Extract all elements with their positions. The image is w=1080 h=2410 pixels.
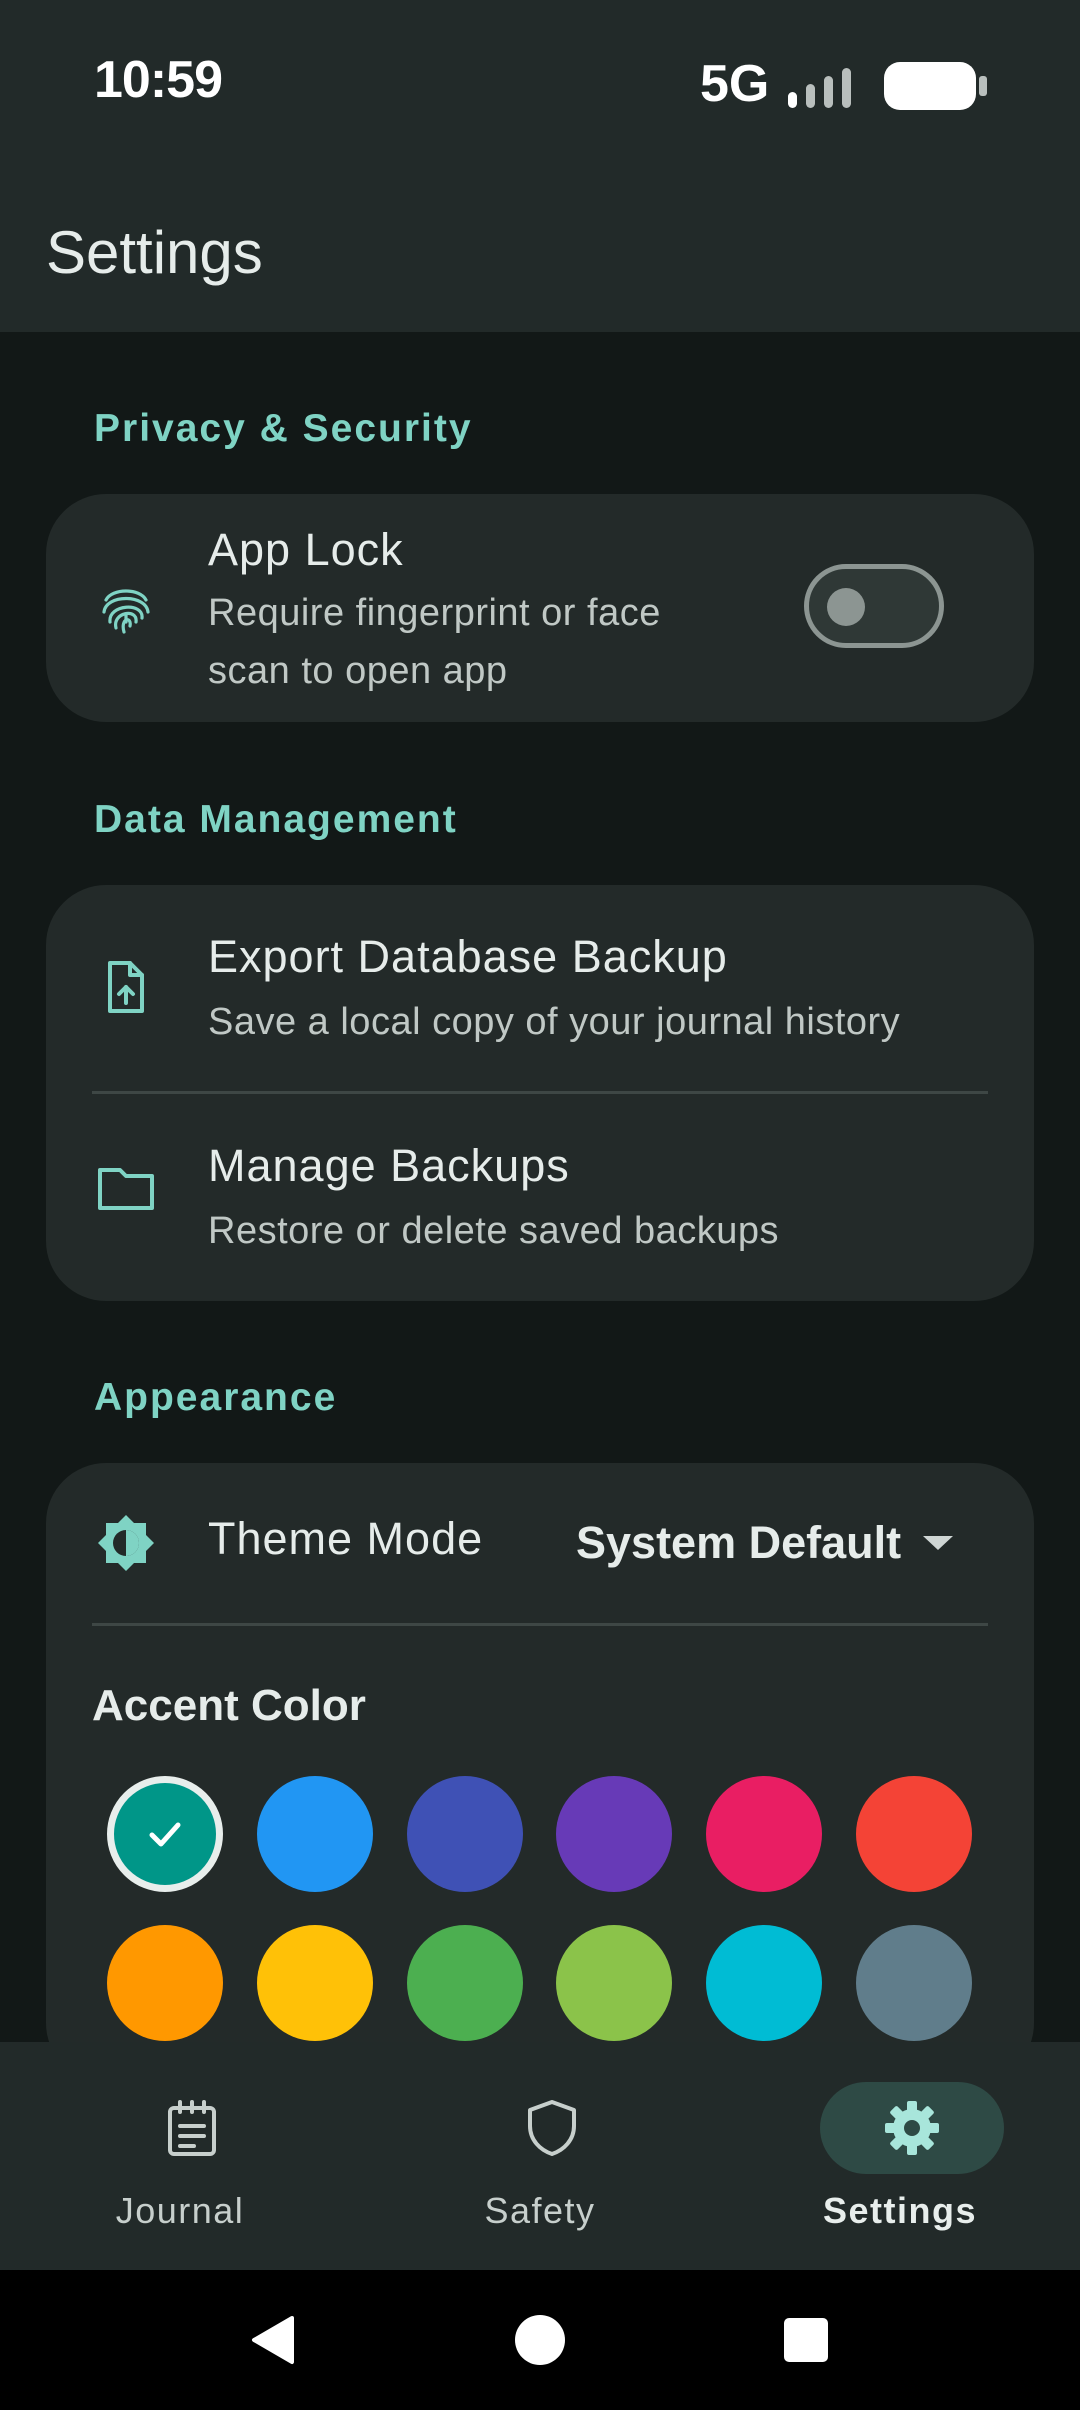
app-lock-title: App Lock bbox=[208, 524, 404, 575]
color-swatch-teal[interactable] bbox=[107, 1776, 223, 1892]
nav-item-journal[interactable]: Journal bbox=[0, 2042, 360, 2270]
section-title-data: Data Management bbox=[94, 798, 458, 841]
manage-backups-row[interactable]: Manage Backups Restore or delete saved b… bbox=[46, 1094, 1034, 1301]
color-swatch-blue[interactable] bbox=[257, 1776, 373, 1892]
app-lock-toggle[interactable] bbox=[804, 564, 944, 648]
divider bbox=[92, 1623, 988, 1626]
color-swatch-green[interactable] bbox=[407, 1925, 523, 2041]
theme-mode-row: Theme Mode System Default bbox=[46, 1463, 1034, 1623]
color-swatch-light-green[interactable] bbox=[556, 1925, 672, 2041]
color-swatch-red[interactable] bbox=[856, 1776, 972, 1892]
check-icon bbox=[149, 1822, 181, 1847]
toggle-knob bbox=[827, 588, 865, 626]
system-navigation-bar bbox=[0, 2270, 1080, 2410]
folder-icon bbox=[98, 1168, 154, 1210]
gear-icon bbox=[885, 2101, 939, 2155]
back-icon[interactable] bbox=[248, 2314, 298, 2366]
export-backup-row[interactable]: Export Database Backup Save a local copy… bbox=[46, 885, 1034, 1091]
app-bar: Settings bbox=[0, 170, 1080, 332]
export-backup-subtitle: Save a local copy of your journal histor… bbox=[208, 1001, 901, 1043]
app-lock-subtitle-line2: scan to open app bbox=[208, 650, 508, 692]
shield-icon bbox=[528, 2100, 576, 2156]
nav-label-settings: Settings bbox=[822, 2190, 977, 2231]
theme-mode-value: System Default bbox=[576, 1517, 902, 1568]
export-backup-title: Export Database Backup bbox=[208, 931, 728, 982]
theme-mode-label: Theme Mode bbox=[208, 1513, 484, 1564]
home-icon[interactable] bbox=[514, 2314, 566, 2366]
nav-label-safety: Safety bbox=[484, 2190, 596, 2231]
bottom-navigation: Journal Safety Settings bbox=[0, 2042, 1080, 2270]
color-swatch-pink[interactable] bbox=[706, 1776, 822, 1892]
chevron-down-icon bbox=[923, 1536, 954, 1550]
color-swatch-orange[interactable] bbox=[107, 1925, 223, 2041]
recents-icon[interactable] bbox=[782, 2316, 830, 2364]
nav-item-safety[interactable]: Safety bbox=[360, 2042, 720, 2270]
nav-indicator bbox=[460, 2082, 644, 2174]
manage-backups-subtitle: Restore or delete saved backups bbox=[208, 1210, 780, 1252]
page-title: Settings bbox=[46, 219, 263, 286]
section-title-appearance: Appearance bbox=[94, 1376, 338, 1419]
contrast-icon bbox=[98, 1515, 154, 1571]
nav-indicator-active bbox=[820, 2082, 1004, 2174]
theme-mode-dropdown[interactable]: System Default bbox=[576, 1513, 954, 1573]
file-upload-icon bbox=[108, 961, 144, 1013]
network-type: 5G bbox=[700, 55, 770, 113]
data-management-card: Export Database Backup Save a local copy… bbox=[46, 885, 1034, 1301]
color-swatch-indigo[interactable] bbox=[407, 1776, 523, 1892]
color-swatch-cyan[interactable] bbox=[706, 1925, 822, 2041]
nav-indicator bbox=[100, 2082, 284, 2174]
nav-label-journal: Journal bbox=[115, 2190, 245, 2231]
battery-icon bbox=[884, 62, 987, 110]
accent-color-label: Accent Color bbox=[92, 1681, 366, 1730]
app-lock-row[interactable]: App Lock Require fingerprint or face sca… bbox=[46, 494, 1034, 722]
color-swatch-amber[interactable] bbox=[257, 1925, 373, 2041]
fingerprint-icon bbox=[102, 589, 150, 634]
signal-icon bbox=[788, 68, 851, 108]
app-lock-subtitle-line1: Require fingerprint or face bbox=[208, 592, 661, 634]
section-title-privacy: Privacy & Security bbox=[94, 407, 473, 450]
status-time: 10:59 bbox=[94, 51, 223, 109]
appearance-card: Theme Mode System Default Accent Color bbox=[46, 1463, 1034, 2083]
manage-backups-title: Manage Backups bbox=[208, 1140, 570, 1191]
color-swatch-deep-purple[interactable] bbox=[556, 1776, 672, 1892]
journal-icon bbox=[168, 2100, 216, 2156]
color-swatch-blue-grey[interactable] bbox=[856, 1925, 972, 2041]
nav-item-settings[interactable]: Settings bbox=[720, 2042, 1080, 2270]
status-bar: 10:59 5G bbox=[0, 0, 1080, 170]
